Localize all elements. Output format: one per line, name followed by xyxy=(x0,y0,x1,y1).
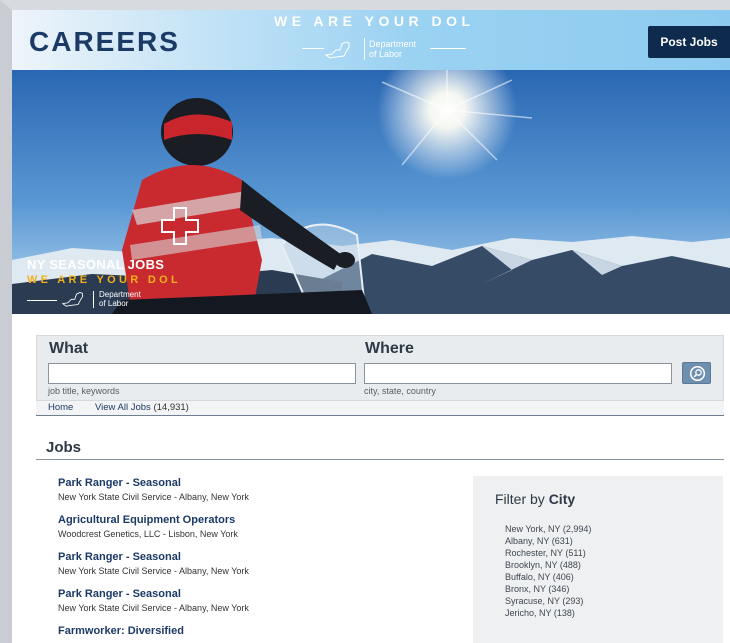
filter-label: Filter by xyxy=(495,491,545,507)
logo-text-line1: Department xyxy=(369,39,417,49)
ny-state-logo-icon xyxy=(324,41,350,59)
job-item: Park Ranger - Seasonal New York State Ci… xyxy=(58,477,249,503)
city-filter-list: New York, NY (2,994) Albany, NY (631) Ro… xyxy=(505,523,591,619)
jobs-count: (14,931) xyxy=(153,402,189,413)
job-employer: Woodcrest Genetics, LLC - Lisbon, New Yo… xyxy=(58,529,238,539)
job-title-link[interactable]: Park Ranger - Seasonal xyxy=(58,477,249,490)
job-item: Park Ranger - Seasonal New York State Ci… xyxy=(58,588,249,614)
breadcrumb-view-all: View All Jobs (14,931) xyxy=(95,402,189,413)
city-filter-item[interactable]: Bronx, NY (346) xyxy=(505,583,591,595)
search-button[interactable] xyxy=(682,362,711,384)
breadcrumb: Home View All Jobs (14,931) xyxy=(36,401,724,416)
city-filter-item[interactable]: Buffalo, NY (406) xyxy=(505,571,591,583)
logo-rule-right xyxy=(430,48,466,49)
job-employer: New York State Civil Service - Albany, N… xyxy=(58,603,249,613)
city-filter-item[interactable]: New York, NY (2,994) xyxy=(505,523,591,535)
hero-logo-rule xyxy=(27,300,57,301)
job-employer: New York State Civil Service - Albany, N… xyxy=(58,566,249,576)
filter-panel: Filter by City New York, NY (2,994) Alba… xyxy=(473,476,723,643)
what-hint: job title, keywords xyxy=(48,386,120,396)
jobs-heading: Jobs xyxy=(46,439,82,456)
hero-banner: NY SEASONAL JOBS WE ARE YOUR DOL Departm… xyxy=(12,70,730,314)
job-employer: New York State Civil Service - Albany, N… xyxy=(58,492,249,502)
filter-field: City xyxy=(548,491,576,507)
post-jobs-button[interactable]: Post Jobs xyxy=(648,26,730,58)
breadcrumb-home-link[interactable]: Home xyxy=(48,402,73,413)
city-filter-item[interactable]: Albany, NY (631) xyxy=(505,535,591,547)
hero-logo-separator xyxy=(93,291,94,308)
ny-state-logo-icon xyxy=(61,292,83,307)
site-title: CAREERS xyxy=(29,26,180,57)
hero-logo-text-line1: Department xyxy=(99,290,141,299)
job-title-link[interactable]: Park Ranger - Seasonal xyxy=(58,551,249,564)
logo-separator xyxy=(364,38,365,60)
hero-dol-logo: Department of Labor xyxy=(27,289,147,311)
view-all-jobs-link[interactable]: View All Jobs xyxy=(95,402,151,413)
hero-logo-text: Department of Labor xyxy=(99,290,141,308)
search-icon xyxy=(689,365,706,382)
search-panel: What job title, keywords Where city, sta… xyxy=(36,335,724,401)
logo-text-line2: of Labor xyxy=(369,49,403,59)
where-label: Where xyxy=(365,340,414,357)
filter-heading: Filter by City xyxy=(495,491,575,507)
city-filter-item[interactable]: Syracuse, NY (293) xyxy=(505,595,591,607)
header-banner: CAREERS WE ARE YOUR DOL Department of La… xyxy=(12,10,730,70)
where-hint: city, state, country xyxy=(364,386,436,396)
job-item: Agricultural Equipment Operators Woodcre… xyxy=(58,514,238,540)
city-filter-item[interactable]: Rochester, NY (511) xyxy=(505,547,591,559)
header-tagline: WE ARE YOUR DOL xyxy=(274,13,475,29)
logo-text: Department of Labor xyxy=(369,39,416,59)
job-title-link[interactable]: Agricultural Equipment Operators xyxy=(58,514,238,527)
hero-tagline: WE ARE YOUR DOL xyxy=(27,274,182,286)
logo-rule-left xyxy=(302,48,324,49)
job-title-link[interactable]: Farmworker: Diversified xyxy=(58,625,184,638)
hero-logo-text-line2: of Labor xyxy=(99,299,129,308)
dol-logo: Department of Labor xyxy=(298,34,478,64)
job-item: Farmworker: Diversified xyxy=(58,625,184,639)
city-filter-item[interactable]: Jericho, NY (138) xyxy=(505,607,591,619)
what-input[interactable] xyxy=(48,363,356,384)
city-filter-item[interactable]: Brooklyn, NY (488) xyxy=(505,559,591,571)
job-title-link[interactable]: Park Ranger - Seasonal xyxy=(58,588,249,601)
hero-title: NY SEASONAL JOBS xyxy=(27,257,165,272)
job-item: Park Ranger - Seasonal New York State Ci… xyxy=(58,551,249,577)
page: CAREERS WE ARE YOUR DOL Department of La… xyxy=(12,10,730,643)
where-input[interactable] xyxy=(364,363,672,384)
jobs-divider xyxy=(36,459,724,460)
what-label: What xyxy=(49,340,89,357)
